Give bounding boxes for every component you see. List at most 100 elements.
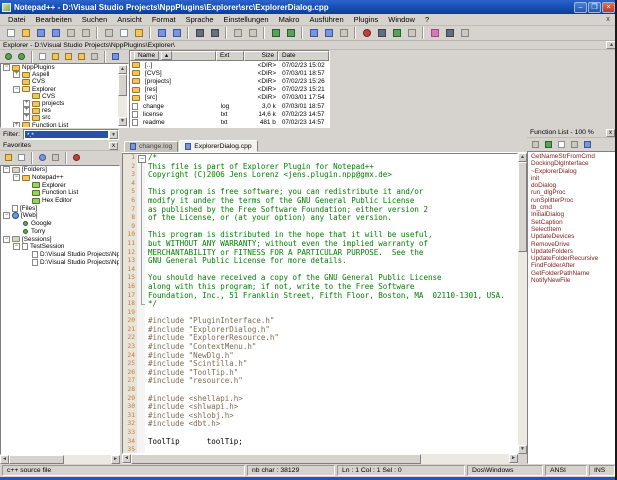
function-item[interactable]: SetCaption <box>528 219 616 226</box>
menu-item-einstellungen[interactable]: Einstellungen <box>219 15 274 24</box>
function-item[interactable]: InitialDialog <box>528 211 616 218</box>
scrollbar-thumb[interactable] <box>118 74 127 96</box>
tab-change-log[interactable]: change.log <box>124 141 178 152</box>
code-line[interactable]: along with this program; if not, write t… <box>145 283 517 292</box>
tree-item[interactable]: +res <box>1 107 128 114</box>
editor-vertical-scrollbar[interactable]: ▲ ▼ <box>518 153 527 454</box>
expander-plus-icon[interactable]: + <box>13 71 20 78</box>
tree-item[interactable]: +Aspell <box>1 71 128 78</box>
tree-vertical-scrollbar[interactable]: ▲ ▼ <box>118 65 127 126</box>
menu-item-format[interactable]: Format <box>147 15 181 24</box>
function-item[interactable]: FindFolderAfter <box>528 262 616 269</box>
code-line[interactable]: GNU General Public License for more deta… <box>145 257 517 266</box>
code-line[interactable]: #include "NewDlg.h" <box>145 352 517 361</box>
scroll-left-icon[interactable]: ◄ <box>122 454 131 463</box>
function-item[interactable]: run_dlgProc <box>528 189 616 196</box>
code-line[interactable]: #include "PluginInterface.h" <box>145 317 517 326</box>
code-line[interactable]: as published by the Free Software Founda… <box>145 206 517 215</box>
tree-item[interactable]: Torry <box>1 228 119 236</box>
expander-plus-icon[interactable]: + <box>23 100 30 107</box>
scrollbar-thumb[interactable] <box>9 455 64 464</box>
code-line[interactable] <box>145 266 517 275</box>
update-tree-icon[interactable] <box>110 51 121 62</box>
expander-minus-icon[interactable]: − <box>13 243 20 250</box>
menu-item-ansicht[interactable]: Ansicht <box>112 15 147 24</box>
chevron-down-icon[interactable]: ▼ <box>109 130 118 139</box>
code-line[interactable] <box>145 446 517 454</box>
scroll-right-icon[interactable]: ► <box>111 455 120 464</box>
code-line[interactable]: Foundation, Inc., 51 Franklin Street, Fi… <box>145 292 517 301</box>
link-web-icon[interactable] <box>37 152 48 163</box>
tree-item[interactable]: CVS <box>1 78 128 85</box>
tree-item[interactable]: Function List <box>1 189 119 197</box>
code-line[interactable] <box>145 180 517 189</box>
scroll-up-icon[interactable]: ▲ <box>118 65 127 74</box>
scroll-right-icon[interactable]: ► <box>509 454 518 463</box>
copy-icon[interactable] <box>117 27 130 40</box>
code-line[interactable]: #include <shlobj.h> <box>145 412 517 421</box>
menu-item-window[interactable]: Window <box>383 15 420 24</box>
code-line[interactable]: MERCHANTABILITY or FITNESS FOR A PARTICU… <box>145 249 517 258</box>
expander-minus-icon[interactable]: − <box>3 212 10 219</box>
column-header-name[interactable]: Name ▴ <box>130 51 216 61</box>
close-panel-icon[interactable]: x <box>109 142 118 150</box>
scroll-up-icon[interactable]: ▲ <box>518 153 527 162</box>
track-caret-icon[interactable] <box>556 139 567 150</box>
menu-item-help[interactable]: ? <box>420 15 434 24</box>
print-icon[interactable] <box>458 27 471 40</box>
fold-collapse-icon[interactable] <box>137 154 145 163</box>
filter-combobox[interactable]: *.* ▼ <box>23 129 119 140</box>
tree-item[interactable]: [Files] <box>1 204 119 212</box>
tree-item[interactable]: D:\Visual Studio Projects\NppPlugins <box>1 258 119 266</box>
close-all-icon[interactable] <box>79 27 92 40</box>
code-line[interactable]: #include <dbt.h> <box>145 420 517 429</box>
code-line[interactable]: This program is free software; you can r… <box>145 188 517 197</box>
function-item[interactable]: UpdateDevices <box>528 233 616 240</box>
code-line[interactable]: #include "Scintilla.h" <box>145 360 517 369</box>
tree-item[interactable]: −[Folders] <box>1 166 119 174</box>
macro-play-icon[interactable] <box>390 27 403 40</box>
expander-minus-icon[interactable]: − <box>13 86 20 93</box>
function-item[interactable]: runSplitterProc <box>528 197 616 204</box>
code-line[interactable]: #include "resource.h" <box>145 377 517 386</box>
function-item[interactable]: GetNameStrFromCmd <box>528 153 616 160</box>
scrollbar-thumb[interactable] <box>131 454 421 464</box>
editor-horizontal-scrollbar[interactable]: ◄ ► <box>122 454 518 464</box>
link-session-icon[interactable] <box>50 152 61 163</box>
tree-item[interactable]: −Explorer <box>1 86 128 93</box>
go-back-icon[interactable] <box>3 51 14 62</box>
file-row[interactable]: [CVS]<DIR>07/03/01 18:57 <box>130 69 329 77</box>
file-row[interactable]: licensetxt14,6 k07/02/23 14:57 <box>130 110 329 118</box>
mime-tools-icon[interactable] <box>428 27 441 40</box>
code-line[interactable]: Copyright (C)2006 Jens Lorenz <jens.plug… <box>145 171 517 180</box>
code-line[interactable] <box>145 223 517 232</box>
menu-item-sprache[interactable]: Sprache <box>181 15 219 24</box>
function-item[interactable]: ~ExplorerDialog <box>528 168 616 175</box>
function-item[interactable]: UpdateFolderRecursive <box>528 255 616 262</box>
code-line[interactable]: #include <shellapi.h> <box>145 395 517 404</box>
save-file-icon[interactable] <box>34 27 47 40</box>
column-header-size[interactable]: Size <box>244 51 278 61</box>
menu-item-plugins[interactable]: Plugins <box>349 15 384 24</box>
go-up-icon[interactable] <box>76 51 87 62</box>
zoom-in-icon[interactable] <box>231 27 244 40</box>
code-line[interactable]: of the License, or (at your option) any … <box>145 214 517 223</box>
macro-record-icon[interactable] <box>360 27 373 40</box>
expander-plus-icon[interactable]: + <box>23 107 30 114</box>
redo-icon[interactable] <box>170 27 183 40</box>
favorites-horizontal-scrollbar[interactable]: ◄ ► <box>0 455 120 464</box>
code-line[interactable]: #include "ExplorerDialog.h" <box>145 326 517 335</box>
file-row[interactable]: [res]<DIR>07/02/23 15:21 <box>130 86 329 94</box>
expander-minus-icon[interactable]: − <box>3 236 10 243</box>
tree-item[interactable]: −Notepad++ <box>1 174 119 182</box>
function-item[interactable]: RemoveDrive <box>528 241 616 248</box>
macro-stop-icon[interactable] <box>375 27 388 40</box>
tree-item[interactable]: Explorer <box>1 181 119 189</box>
file-row[interactable]: changelog3,0 k07/03/01 18:57 <box>130 102 329 110</box>
file-row[interactable]: [src]<DIR>07/03/01 17:54 <box>130 94 329 102</box>
function-item[interactable]: UpdateFolders <box>528 248 616 255</box>
function-item[interactable]: SelectItem <box>528 226 616 233</box>
code-line[interactable]: modify it under the terms of the GNU Gen… <box>145 197 517 206</box>
help-icon[interactable] <box>582 139 593 150</box>
open-file-icon[interactable] <box>19 27 32 40</box>
